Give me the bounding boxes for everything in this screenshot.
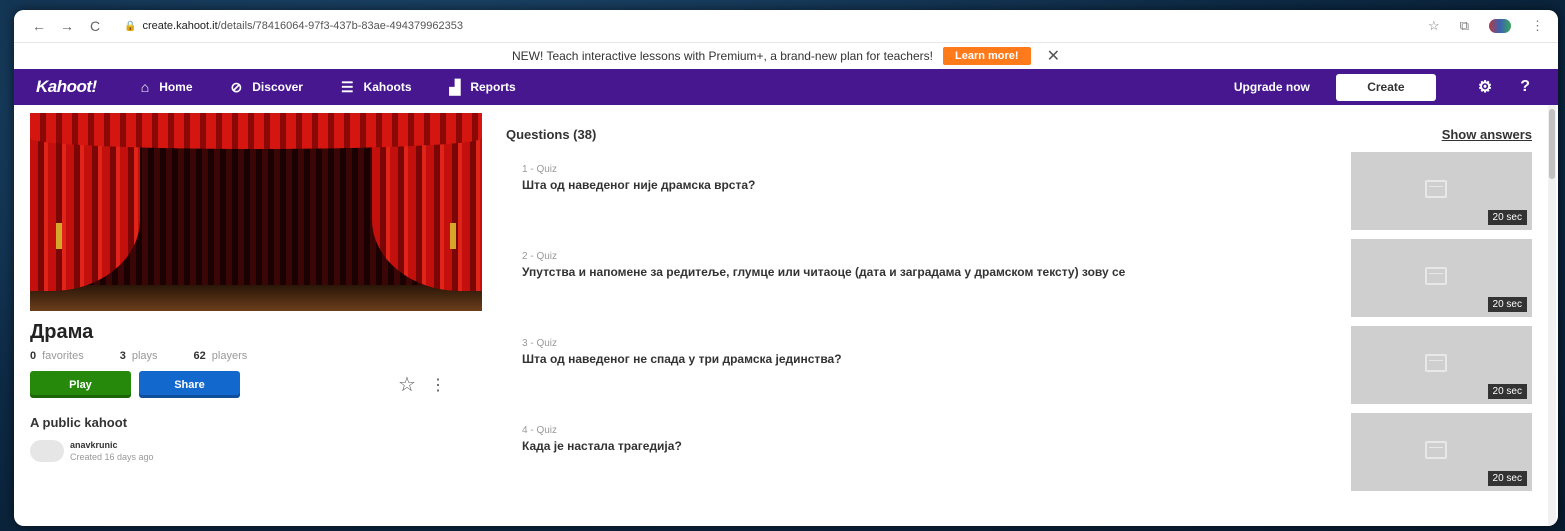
lock-icon: 🔒	[124, 20, 137, 32]
scrollbar-thumb[interactable]	[1549, 109, 1555, 179]
share-button[interactable]: Share	[139, 371, 240, 398]
upgrade-now-link[interactable]: Upgrade now	[1234, 80, 1310, 94]
kahoot-logo[interactable]: Kahoot!	[36, 77, 97, 97]
time-limit-badge: 20 sec	[1487, 471, 1527, 486]
extension-icon[interactable]: ⧉	[1460, 18, 1469, 34]
image-placeholder-icon	[1425, 180, 1447, 198]
help-icon[interactable]: ?	[1520, 78, 1530, 96]
create-button[interactable]: Create	[1335, 73, 1436, 101]
question-item[interactable]: 4 - Quiz Када је настала трагедија? 20 s…	[506, 413, 1532, 491]
top-navigation: Kahoot! ⌂ Home ⊘ Discover ☰ Kahoots ▟ Re…	[14, 69, 1558, 105]
time-limit-badge: 20 sec	[1487, 384, 1527, 399]
questions-panel: Questions (38) Show answers 1 - Quiz Шта…	[506, 105, 1532, 491]
question-type: 4 - Quiz	[522, 425, 558, 436]
url-host: create.kahoot.it	[142, 20, 218, 32]
cover-image-theater-stage	[30, 113, 482, 311]
nav-reports[interactable]: ▟ Reports	[450, 79, 516, 96]
back-icon[interactable]: ←	[28, 18, 50, 34]
page-scrollbar[interactable]	[1548, 105, 1556, 526]
question-thumbnail: 20 sec	[1351, 326, 1532, 404]
more-options-icon[interactable]: ⋮	[430, 375, 446, 395]
favorite-star-icon[interactable]: ☆	[398, 372, 416, 397]
nav-reports-label: Reports	[470, 80, 516, 94]
question-text: Упутства и напомене за редитеље, глумце …	[522, 265, 1126, 279]
url-path: /details/78416064-97f3-437b-83ae-4943799…	[217, 20, 463, 32]
show-answers-link[interactable]: Show answers	[1442, 127, 1532, 142]
compass-icon: ⊘	[230, 78, 243, 95]
question-thumbnail: 20 sec	[1351, 152, 1532, 230]
question-item[interactable]: 1 - Quiz Шта од наведеног није драмска в…	[506, 152, 1532, 230]
home-icon: ⌂	[140, 79, 150, 95]
kahoot-actions: Play Share ☆ ⋮	[30, 371, 482, 398]
forward-icon[interactable]: →	[56, 18, 78, 34]
question-thumbnail: 20 sec	[1351, 413, 1532, 491]
nav-kahoots[interactable]: ☰ Kahoots	[341, 79, 412, 96]
time-limit-badge: 20 sec	[1487, 297, 1527, 312]
bar-chart-icon: ▟	[449, 78, 461, 95]
reload-icon[interactable]: C	[84, 18, 106, 34]
questions-header: Questions (38) Show answers	[506, 127, 1532, 142]
image-placeholder-icon	[1425, 267, 1447, 285]
question-type: 1 - Quiz	[522, 164, 558, 175]
close-icon[interactable]: ✕	[1047, 46, 1060, 66]
image-placeholder-icon	[1425, 441, 1447, 459]
favorites-stat: 0 favorites	[30, 350, 84, 362]
learn-more-button[interactable]: Learn more!	[942, 47, 1031, 65]
question-type: 2 - Quiz	[522, 251, 558, 262]
players-stat: 62 players	[193, 350, 248, 362]
question-item[interactable]: 2 - Quiz Упутства и напомене за редитеље…	[506, 239, 1532, 317]
address-bar[interactable]: create.kahoot.it/details/78416064-97f3-4…	[142, 20, 462, 32]
question-text: Шта од наведеног није драмска врста?	[522, 178, 756, 192]
question-thumbnail: 20 sec	[1351, 239, 1532, 317]
bookmark-star-icon[interactable]: ☆	[1428, 18, 1440, 34]
announcement-banner: NEW! Teach interactive lessons with Prem…	[14, 43, 1558, 69]
image-placeholder-icon	[1425, 354, 1447, 372]
nav-kahoots-label: Kahoots	[363, 80, 412, 94]
questions-count: Questions (38)	[506, 127, 597, 142]
nav-home-label: Home	[159, 80, 193, 94]
announcement-text: NEW! Teach interactive lessons with Prem…	[512, 49, 933, 63]
nav-discover[interactable]: ⊘ Discover	[231, 79, 303, 96]
question-text: Када је настала трагедија?	[522, 439, 682, 453]
question-item[interactable]: 3 - Quiz Шта од наведеног не спада у три…	[506, 326, 1532, 404]
list-icon: ☰	[340, 78, 354, 95]
browser-window: ← → C 🔒 create.kahoot.it/details/7841606…	[14, 10, 1558, 526]
kahoot-details-panel: Драма 0 favorites 3 plays 62 players Play S…	[30, 105, 482, 462]
question-type: 3 - Quiz	[522, 338, 558, 349]
nav-discover-label: Discover	[252, 80, 303, 94]
question-text: Шта од наведеног не спада у три драмска …	[522, 352, 842, 366]
visibility-label: A public kahoot	[30, 415, 128, 430]
owner-created-date: Created 16 days ago	[70, 452, 154, 462]
plays-stat: 3 plays	[119, 350, 158, 362]
play-button[interactable]: Play	[30, 371, 131, 398]
browser-toolbar: ← → C 🔒 create.kahoot.it/details/7841606…	[14, 10, 1558, 43]
time-limit-badge: 20 sec	[1487, 210, 1527, 225]
kahoot-stats: 0 favorites 3 plays 62 players	[30, 350, 482, 362]
settings-gear-icon[interactable]: ⚙	[1478, 77, 1492, 97]
owner-name[interactable]: anavkrunic	[70, 440, 154, 450]
owner-info: anavkrunic Created 16 days ago	[30, 440, 482, 462]
avatar[interactable]	[30, 440, 64, 462]
main-content: Драма 0 favorites 3 plays 62 players Play S…	[14, 105, 1558, 526]
nav-home[interactable]: ⌂ Home	[141, 79, 193, 95]
kahoot-title: Драма	[30, 321, 94, 343]
browser-menu-icon[interactable]: ⋮	[1531, 18, 1544, 34]
profile-avatar-icon[interactable]	[1489, 19, 1511, 33]
